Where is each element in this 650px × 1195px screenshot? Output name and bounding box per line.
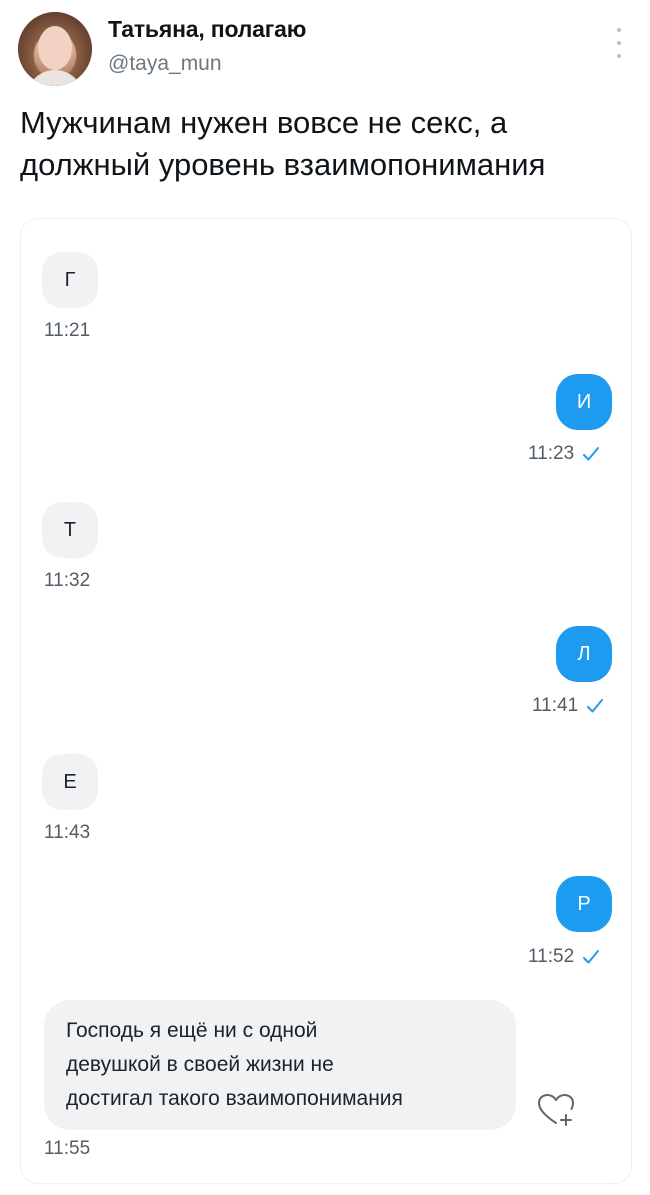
message-time: 11:43 bbox=[44, 822, 91, 843]
more-vertical-icon[interactable] bbox=[608, 28, 630, 58]
message-meta: 11:41 bbox=[532, 695, 604, 717]
heart-plus-icon[interactable] bbox=[536, 1090, 576, 1130]
incoming-message-bubble[interactable]: Е bbox=[42, 754, 98, 810]
display-name[interactable]: Татьяна, полагаю bbox=[108, 16, 306, 43]
avatar[interactable] bbox=[18, 12, 92, 86]
outgoing-message-bubble[interactable]: Р bbox=[556, 876, 612, 932]
outgoing-message-bubble[interactable]: И bbox=[556, 374, 612, 430]
read-check-icon bbox=[587, 699, 604, 713]
message-meta: 11:23 bbox=[528, 443, 600, 465]
user-handle[interactable]: @taya_mun bbox=[108, 52, 222, 76]
message-time: 11:41 bbox=[532, 695, 579, 716]
message-time: 11:55 bbox=[44, 1138, 91, 1159]
read-check-icon bbox=[583, 447, 600, 461]
tweet-text-line: должный уровень взаимопонимания bbox=[20, 147, 546, 182]
outgoing-message-bubble[interactable]: Л bbox=[556, 626, 612, 682]
read-check-icon bbox=[583, 950, 600, 964]
message-time: 11:21 bbox=[44, 320, 91, 341]
incoming-message-bubble[interactable]: Господь я ещё ни с одной девушкой в свое… bbox=[44, 1000, 516, 1130]
incoming-message-bubble[interactable]: Г bbox=[42, 252, 98, 308]
message-line: Господь я ещё ни с одной bbox=[66, 1019, 318, 1042]
message-line: девушкой в своей жизни не bbox=[66, 1053, 334, 1076]
tweet-text-line: Мужчинам нужен вовсе не секс, а bbox=[20, 105, 508, 140]
message-time: 11:32 bbox=[44, 570, 91, 591]
message-time: 11:23 bbox=[528, 443, 575, 464]
message-meta: 11:52 bbox=[528, 946, 600, 968]
avatar-face bbox=[38, 26, 72, 70]
tweet-text: Мужчинам нужен вовсе не секс, а должный … bbox=[20, 102, 630, 186]
message-line: достигал такого взаимопонимания bbox=[66, 1087, 403, 1110]
message-time: 11:52 bbox=[528, 946, 575, 967]
incoming-message-bubble[interactable]: Т bbox=[42, 502, 98, 558]
